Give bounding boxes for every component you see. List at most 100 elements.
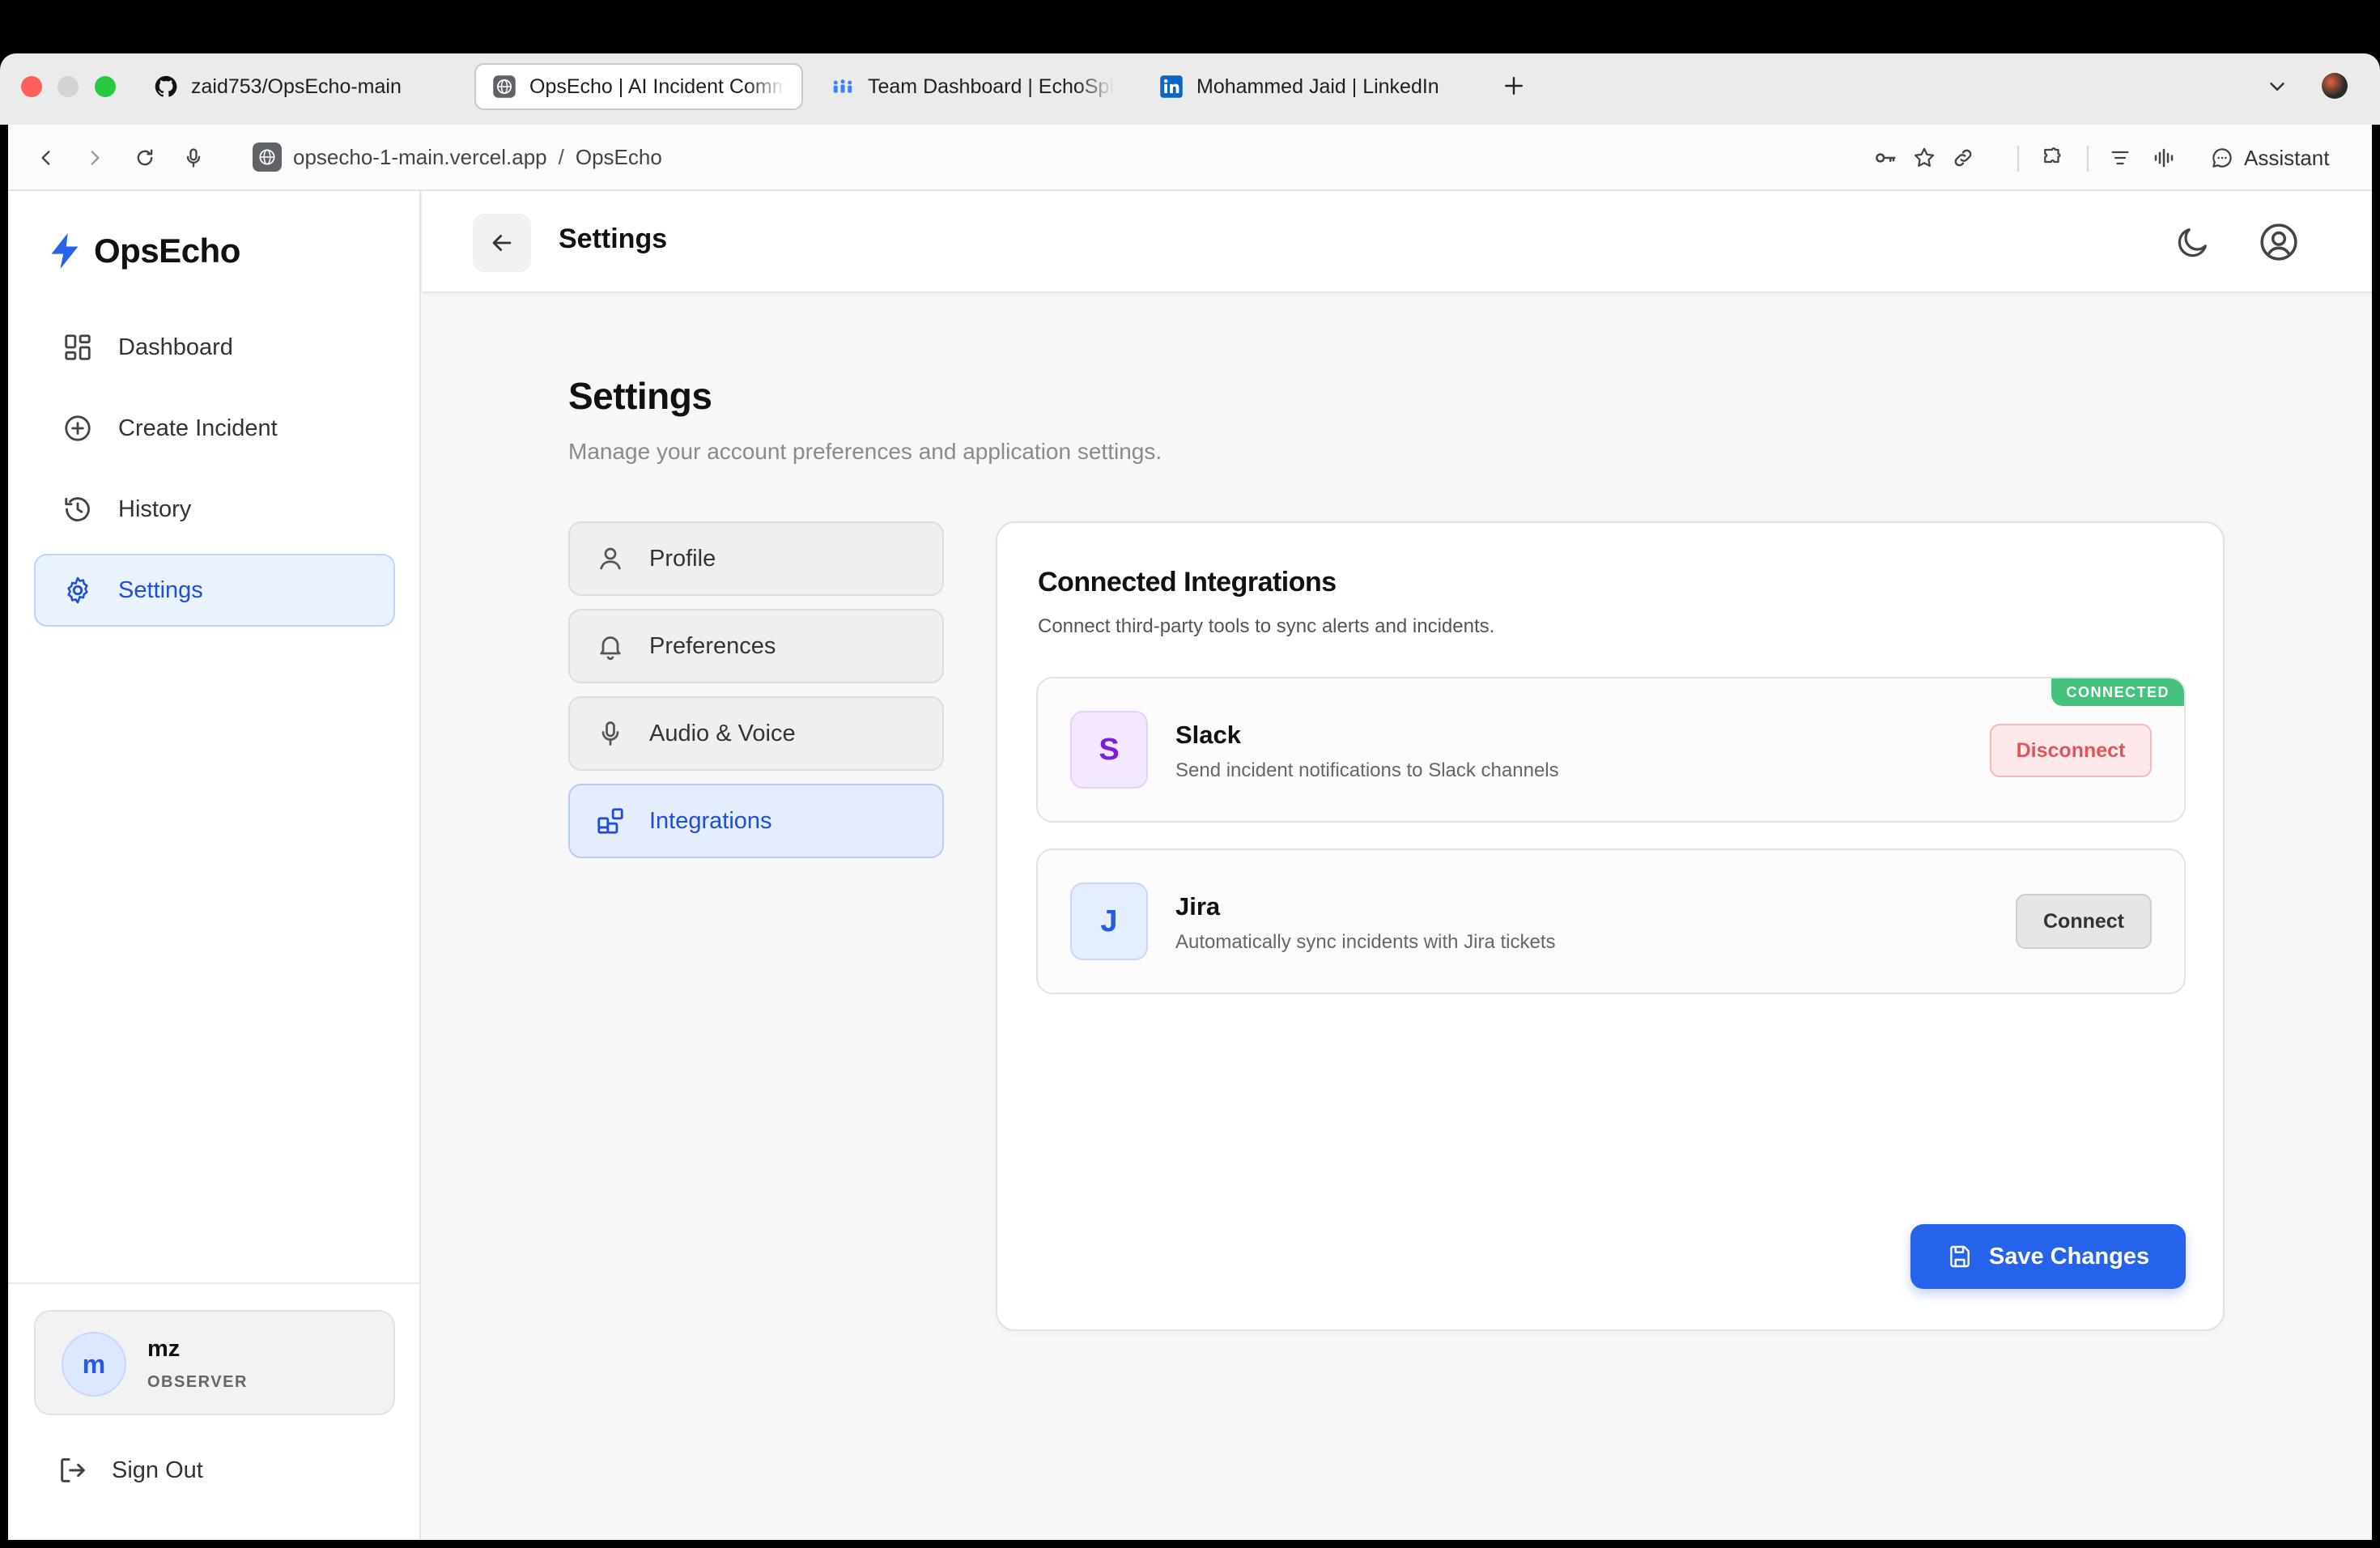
tab-label: Team Dashboard | EchoSphe — [868, 74, 1114, 98]
tab-label: Mohammed Jaid | LinkedIn — [1196, 74, 1439, 98]
tab-label: Integrations — [649, 807, 772, 834]
close-window-button[interactable] — [21, 76, 42, 97]
bell-icon — [594, 630, 627, 662]
lightning-icon — [51, 233, 79, 269]
url-page-title: OpsEcho — [575, 144, 662, 169]
card-subtitle: Connect third-party tools to sync alerts… — [1038, 615, 1495, 637]
key-icon[interactable] — [1872, 144, 1899, 172]
page-header: Settings — [423, 191, 2372, 293]
grid-icon — [62, 331, 94, 364]
sidebar-item-label: Settings — [118, 576, 203, 603]
linkedin-icon — [1159, 74, 1184, 99]
arrow-left-icon — [492, 235, 512, 251]
tab-label: zaid753/OpsEcho-main — [191, 74, 402, 98]
reader-mode-icon[interactable] — [2106, 144, 2134, 172]
tab-integrations[interactable]: Integrations — [568, 784, 944, 858]
sidebar-item-label: Create Incident — [118, 415, 278, 441]
tab-label: Preferences — [649, 632, 776, 659]
integrations-card: Connected Integrations Connect third-par… — [996, 521, 2225, 1331]
page-title: Settings — [568, 375, 712, 417]
save-changes-button[interactable]: Save Changes — [1910, 1224, 2186, 1289]
header-title: Settings — [559, 223, 668, 254]
microphone-icon[interactable] — [180, 144, 207, 172]
integration-slack: S Slack Send incident notifications to S… — [1036, 677, 2186, 823]
reload-icon[interactable] — [131, 144, 159, 172]
user-card[interactable]: m mz OBSERVER — [34, 1310, 395, 1415]
browser-tab-team-dashboard[interactable]: Team Dashboard | EchoSphe — [814, 63, 1130, 110]
history-icon — [62, 493, 94, 525]
app-viewport: OpsEcho Dashboard Create Incident Histor… — [8, 191, 2372, 1540]
team-icon — [831, 74, 855, 99]
address-bar: opsecho-1-main.vercel.app / OpsEcho Assi… — [8, 125, 2372, 191]
brand-name: OpsEcho — [94, 232, 240, 270]
sign-out-button[interactable]: Sign Out — [57, 1454, 203, 1486]
mic-icon — [594, 717, 627, 750]
sidebar-nav: Dashboard Create Incident History Settin… — [34, 311, 395, 635]
sidebar-item-label: History — [118, 495, 192, 522]
disconnect-button[interactable]: Disconnect — [1990, 724, 2152, 777]
user-name: mz — [147, 1336, 181, 1362]
page-subtitle: Manage your account preferences and appl… — [568, 439, 1162, 464]
sidebar-item-history[interactable]: History — [34, 473, 395, 546]
integration-description: Send incident notifications to Slack cha… — [1175, 759, 1559, 781]
assistant-button[interactable]: Assistant — [2210, 141, 2330, 175]
settings-tabs: Profile Preferences Audio & Voice Integr… — [568, 521, 944, 871]
maximize-window-button[interactable] — [95, 76, 116, 97]
globe-icon — [492, 74, 516, 99]
tab-label: Profile — [649, 545, 716, 572]
tab-profile[interactable]: Profile — [568, 521, 944, 596]
toolbar-divider — [2017, 146, 2019, 172]
theme-toggle-moon-icon[interactable] — [2174, 223, 2212, 261]
url-text: opsecho-1-main.vercel.app — [293, 144, 547, 169]
save-changes-label: Save Changes — [1988, 1243, 2150, 1269]
gear-icon — [62, 574, 94, 606]
integration-description: Automatically sync incidents with Jira t… — [1175, 931, 1556, 953]
sidebar-item-settings[interactable]: Settings — [34, 554, 395, 627]
floppy-disk-icon — [1949, 1245, 1970, 1268]
browser-tab-opsecho[interactable]: OpsEcho | AI Incident Comm — [474, 63, 803, 110]
user-icon — [594, 542, 627, 575]
toolbar-divider — [2087, 146, 2089, 172]
jira-logo: J — [1070, 882, 1148, 960]
system-top-bar — [0, 0, 2380, 53]
tab-preferences[interactable]: Preferences — [568, 609, 944, 683]
sidebar-item-dashboard[interactable]: Dashboard — [34, 311, 395, 384]
brand-logo[interactable]: OpsEcho — [47, 232, 240, 270]
site-info-icon[interactable] — [253, 142, 282, 172]
status-badge: CONNECTED — [2051, 678, 2184, 706]
assistant-label: Assistant — [2244, 145, 2330, 170]
new-tab-plus-icon[interactable] — [1499, 71, 1528, 100]
sidebar-item-label: Dashboard — [118, 334, 233, 360]
tab-audio-voice[interactable]: Audio & Voice — [568, 696, 944, 771]
logout-icon — [61, 1458, 85, 1482]
github-icon — [154, 74, 178, 99]
browser-profile-avatar[interactable] — [2322, 73, 2348, 99]
browser-tab-linkedin[interactable]: Mohammed Jaid | LinkedIn — [1143, 63, 1467, 110]
integration-jira: J Jira Automatically sync incidents with… — [1036, 848, 2186, 994]
url-separator: / — [558, 144, 564, 169]
integration-name: Jira — [1175, 892, 1221, 921]
browser-tab-github[interactable]: zaid753/OpsEcho-main — [138, 63, 461, 110]
avatar: m — [62, 1332, 126, 1397]
slack-logo: S — [1070, 711, 1148, 789]
audio-wave-icon[interactable] — [2150, 144, 2178, 172]
extensions-icon[interactable] — [2038, 144, 2066, 172]
tab-list-chevron-icon[interactable] — [2265, 74, 2289, 99]
link-icon[interactable] — [1949, 144, 1977, 172]
back-button[interactable] — [473, 214, 531, 272]
url-field[interactable]: opsecho-1-main.vercel.app / OpsEcho — [253, 141, 662, 173]
back-nav-icon[interactable] — [32, 144, 60, 172]
sidebar-item-create-incident[interactable]: Create Incident — [34, 392, 395, 465]
tab-label: Audio & Voice — [649, 720, 796, 746]
minimize-window-button[interactable] — [57, 76, 79, 97]
tab-label: OpsEcho | AI Incident Comm — [529, 74, 785, 98]
star-icon[interactable] — [1910, 144, 1938, 172]
sidebar: OpsEcho Dashboard Create Incident Histor… — [8, 191, 421, 1540]
forward-nav-icon[interactable] — [81, 144, 108, 172]
user-profile-icon[interactable] — [2259, 222, 2299, 262]
sidebar-divider — [8, 1282, 421, 1284]
sign-out-label: Sign Out — [112, 1457, 203, 1483]
blocks-icon — [594, 805, 627, 837]
connect-button[interactable]: Connect — [2016, 894, 2152, 949]
user-role: OBSERVER — [147, 1373, 248, 1391]
